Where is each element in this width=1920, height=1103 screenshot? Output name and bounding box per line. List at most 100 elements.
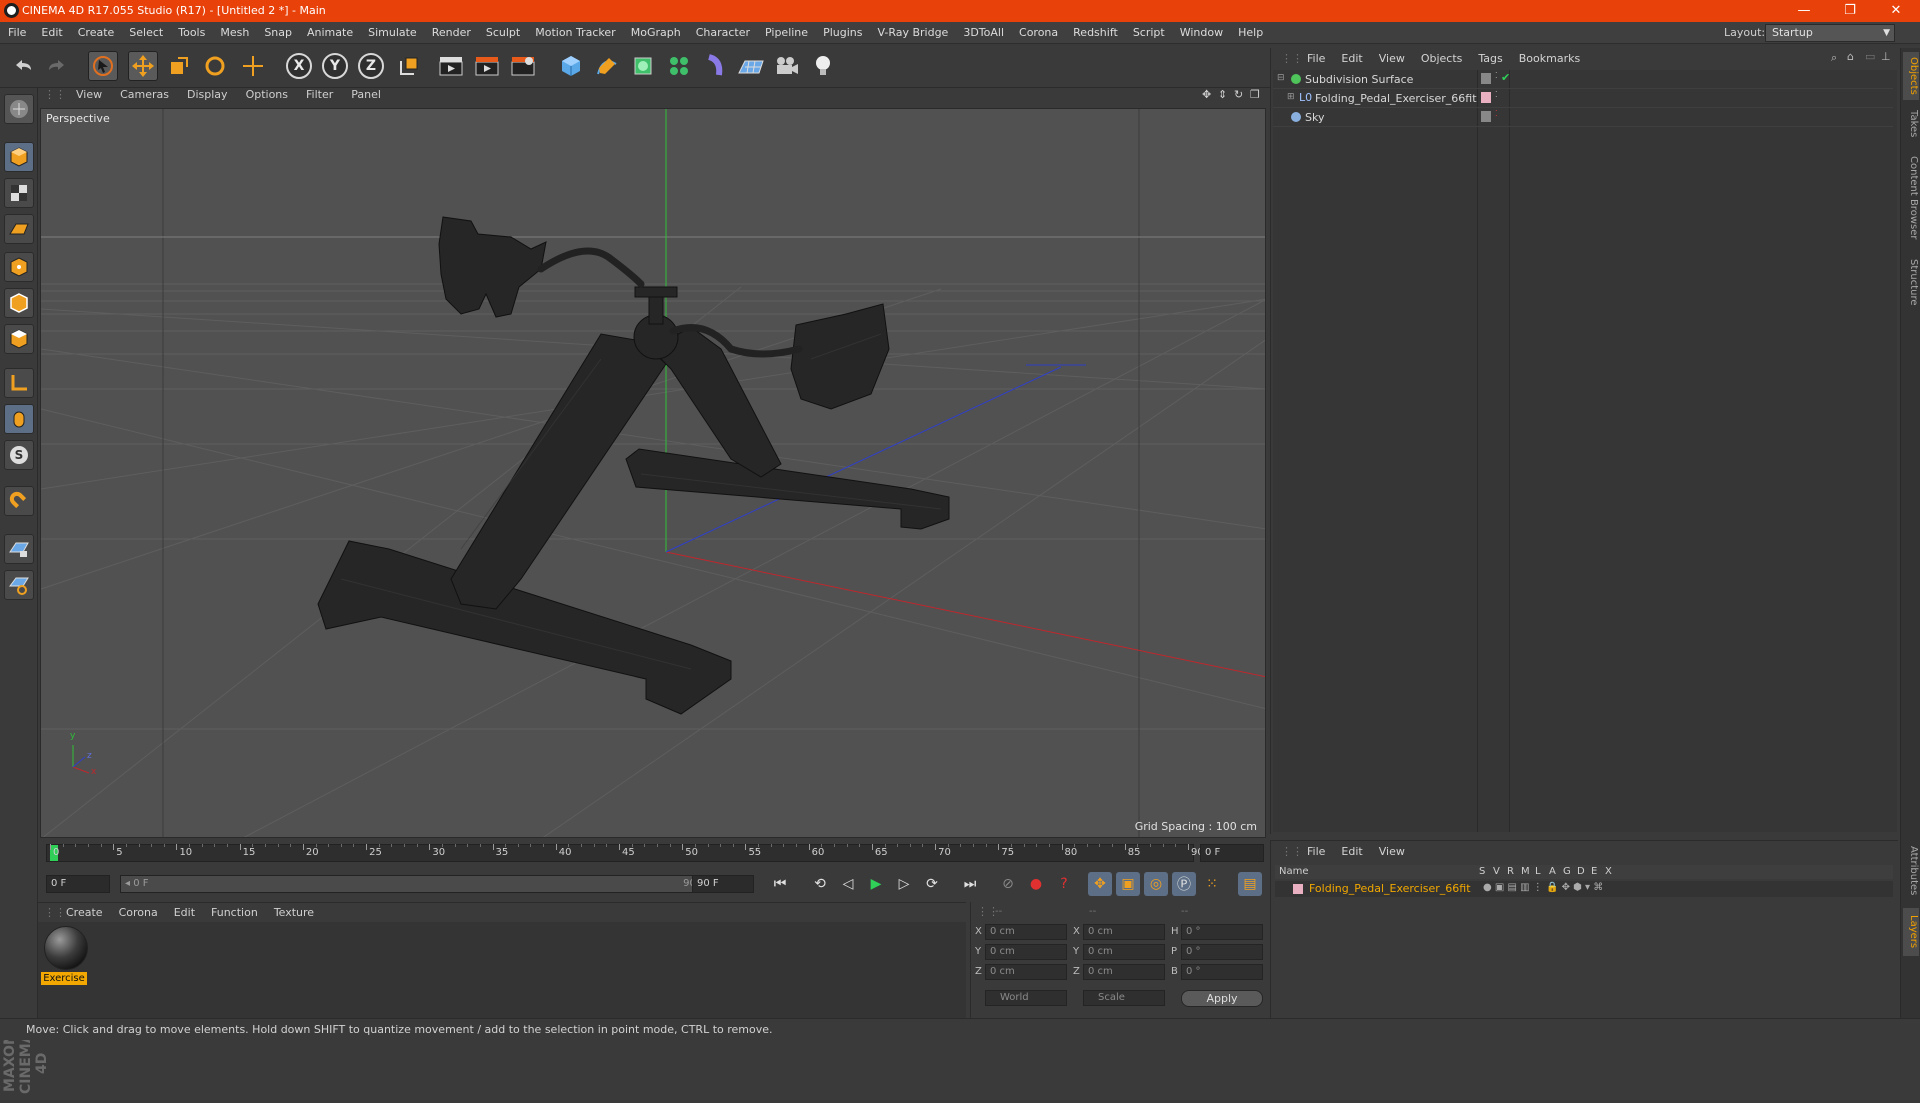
layer-column-e[interactable]: E	[1591, 866, 1597, 877]
coord-size-field[interactable]: 0 cm	[1083, 944, 1165, 960]
restore-button[interactable]: ❐	[1830, 2, 1870, 20]
coord-rotation-field[interactable]: 0 °	[1181, 924, 1263, 940]
visibility-dots-icon[interactable]: ⁚	[1495, 90, 1498, 99]
z-axis-lock-button[interactable]: Z	[356, 51, 386, 81]
layer-column-m[interactable]: M	[1521, 866, 1530, 877]
autokey-button[interactable]: ?	[1052, 872, 1076, 896]
go-to-end-button[interactable]: ⏭	[958, 872, 982, 896]
objects-menu-objects[interactable]: Objects	[1421, 52, 1463, 65]
object-row-sky[interactable]: Sky ⁚	[1273, 108, 1893, 127]
menu-simulate[interactable]: Simulate	[368, 26, 417, 39]
coordinate-mode-dropdown[interactable]: World	[985, 990, 1067, 1006]
perspective-viewport[interactable]: y x z Perspective Grid Spacing : 100 cm	[40, 108, 1266, 838]
menu-corona[interactable]: Corona	[1019, 26, 1058, 39]
render-to-picture-viewer-button[interactable]	[472, 51, 502, 81]
menu-snap[interactable]: Snap	[264, 26, 292, 39]
tab-content-browser[interactable]: Content Browser	[1903, 148, 1919, 248]
planar-workplane-button[interactable]	[4, 570, 34, 600]
layer-column-r[interactable]: R	[1507, 866, 1514, 877]
layers-menu-file[interactable]: File	[1307, 845, 1325, 858]
enabled-check-icon[interactable]: ✔	[1501, 71, 1510, 84]
material-menu-function[interactable]: Function	[211, 906, 258, 919]
viewport-rotate-icon[interactable]: ↻	[1234, 88, 1243, 101]
add-light-button[interactable]	[808, 51, 838, 81]
menu-redshift[interactable]: Redshift	[1073, 26, 1118, 39]
next-key-button[interactable]: ⟳	[920, 872, 944, 896]
tweak-mode-button[interactable]	[4, 404, 34, 434]
menu-3dtoall[interactable]: 3DToAll	[963, 26, 1004, 39]
visibility-dots-icon[interactable]: ⁚	[1495, 109, 1498, 118]
add-nurbs-button[interactable]	[628, 51, 658, 81]
collapse-icon[interactable]: ⊟	[1277, 73, 1285, 83]
x-axis-lock-button[interactable]: X	[284, 51, 314, 81]
maximize-icon[interactable]: ⊥	[1881, 50, 1891, 63]
add-camera-button[interactable]	[772, 51, 802, 81]
key-pla-button[interactable]: ⁙	[1200, 872, 1224, 896]
menu-script[interactable]: Script	[1133, 26, 1165, 39]
viewport-menu-options[interactable]: Options	[246, 88, 288, 108]
snapping-button[interactable]	[4, 486, 34, 516]
material-name[interactable]: Exercise	[41, 972, 87, 985]
viewport-menu-cameras[interactable]: Cameras	[120, 88, 169, 108]
layer-color-icon[interactable]	[1481, 92, 1491, 103]
menu-mograph[interactable]: MoGraph	[631, 26, 681, 39]
viewport-menu-filter[interactable]: Filter	[306, 88, 333, 108]
edges-mode-button[interactable]	[4, 288, 34, 318]
polygons-mode-button[interactable]	[4, 324, 34, 354]
key-parameter-button[interactable]: Ⓟ	[1172, 872, 1196, 896]
scale-tool-button[interactable]	[164, 51, 194, 81]
coord-rotation-field[interactable]: 0 °	[1181, 964, 1263, 980]
texture-mode-button[interactable]	[4, 178, 34, 208]
timeline-ruler[interactable]: 0 5 10 15 20 25 30 35 40 45 50 55 60 65 70 75 80 85 90 0 F	[38, 842, 1266, 864]
add-mograph-button[interactable]	[664, 51, 694, 81]
objects-menu-bookmarks[interactable]: Bookmarks	[1519, 52, 1580, 65]
expand-icon[interactable]: ⊞	[1287, 92, 1295, 102]
home-icon[interactable]: ⌂	[1847, 50, 1854, 63]
current-frame-field[interactable]: 0 F	[1200, 844, 1264, 862]
menu-motion-tracker[interactable]: Motion Tracker	[535, 26, 615, 39]
minimize-button[interactable]: —	[1784, 2, 1824, 20]
tab-layers[interactable]: Layers	[1903, 908, 1919, 956]
coord-position-field[interactable]: 0 cm	[985, 924, 1067, 940]
layer-column-x[interactable]: X	[1605, 866, 1612, 877]
add-spline-button[interactable]	[592, 51, 622, 81]
layer-column-g[interactable]: G	[1563, 866, 1571, 877]
tab-attributes[interactable]: Attributes	[1903, 838, 1919, 904]
viewport-maximize-icon[interactable]: ❐	[1250, 88, 1260, 101]
add-deformer-button[interactable]	[700, 51, 730, 81]
coord-size-field[interactable]: 0 cm	[1083, 964, 1165, 980]
render-settings-button[interactable]	[508, 51, 538, 81]
undo-button[interactable]	[8, 51, 38, 81]
preview-range-slider[interactable]: ◂ 0 F 90 F ▸	[120, 875, 720, 893]
viewport-menu-display[interactable]: Display	[187, 88, 228, 108]
search-icon[interactable]: ⌕	[1831, 51, 1837, 65]
coord-size-field[interactable]: 0 cm	[1083, 924, 1165, 940]
layer-column-name[interactable]: Name	[1279, 866, 1309, 877]
menu-tools[interactable]: Tools	[178, 26, 205, 39]
record-disabled-button[interactable]: ⊘	[996, 872, 1020, 896]
enable-axis-button[interactable]	[4, 368, 34, 398]
layer-column-v[interactable]: V	[1493, 866, 1500, 877]
play-button[interactable]: ▶	[864, 872, 888, 896]
add-cube-button[interactable]	[556, 51, 586, 81]
material-swatch-icon[interactable]	[44, 926, 88, 970]
material-menu-create[interactable]: Create	[66, 906, 103, 919]
layer-column-s[interactable]: S	[1479, 866, 1485, 877]
menu-sculpt[interactable]: Sculpt	[486, 26, 520, 39]
points-mode-button[interactable]	[4, 252, 34, 282]
menu-pipeline[interactable]: Pipeline	[765, 26, 808, 39]
move-tool-button[interactable]	[128, 51, 158, 81]
tab-structure[interactable]: Structure	[1903, 252, 1919, 312]
objects-menu-edit[interactable]: Edit	[1341, 52, 1362, 65]
layer-row[interactable]: Folding_Pedal_Exerciser_66fit ● ▣ ▤ ▥ ⋮ …	[1275, 881, 1893, 897]
object-row-pedal-exerciser[interactable]: ⊞ L0 Folding_Pedal_Exerciser_66fit ⁚	[1273, 89, 1893, 108]
menu-character[interactable]: Character	[696, 26, 750, 39]
render-view-button[interactable]	[436, 51, 466, 81]
layout-dropdown[interactable]: Startup ▼	[1765, 24, 1895, 42]
timeline-layout-button[interactable]: ▤	[1238, 872, 1262, 896]
menu-render[interactable]: Render	[432, 26, 471, 39]
close-button[interactable]: ✕	[1876, 2, 1916, 20]
coord-rotation-field[interactable]: 0 °	[1181, 944, 1263, 960]
menu-create[interactable]: Create	[78, 26, 115, 39]
make-editable-button[interactable]	[4, 94, 34, 124]
